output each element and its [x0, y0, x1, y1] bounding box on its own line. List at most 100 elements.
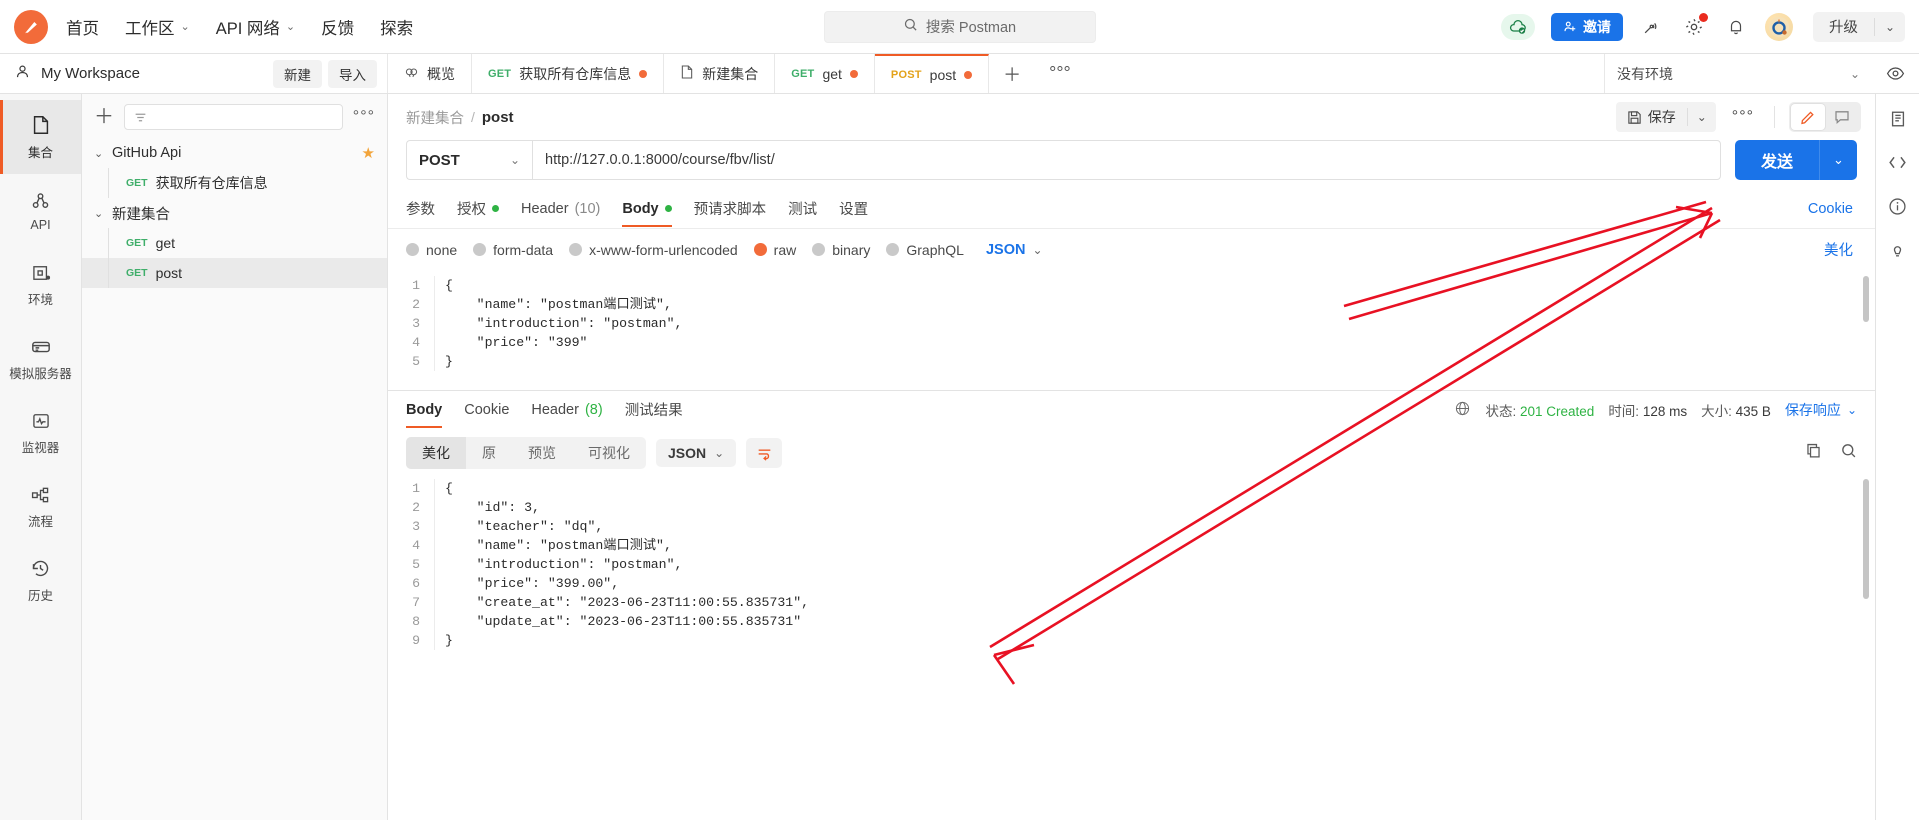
response-tab-test-results[interactable]: 测试结果	[625, 391, 683, 429]
search-icon[interactable]	[1840, 442, 1857, 464]
new-tab-button[interactable]: ＋	[989, 54, 1035, 93]
body-type-form-data[interactable]: form-data	[473, 242, 553, 258]
nav-item-home[interactable]: 首页	[66, 15, 99, 39]
collections-more-button[interactable]: °°°	[353, 108, 375, 126]
view-mode-visualize[interactable]: 可视化	[572, 437, 646, 469]
upgrade-button[interactable]: 升级	[1813, 16, 1874, 37]
tab-new-collection[interactable]: 新建集合	[664, 54, 776, 93]
rail-item-collections[interactable]: 集合	[0, 100, 81, 174]
tab-body[interactable]: Body	[622, 193, 672, 227]
collection-label: 新建集合	[112, 206, 170, 223]
nav-item-feedback[interactable]: 反馈	[321, 15, 354, 39]
view-toggle-group	[1789, 102, 1861, 132]
body-type-raw[interactable]: raw	[753, 241, 797, 258]
add-collection-button[interactable]: ＋	[94, 107, 114, 127]
response-format-select[interactable]: JSON ⌄	[656, 439, 737, 467]
send-options-button[interactable]: ⌄	[1819, 140, 1857, 180]
tab-get[interactable]: GET get	[775, 54, 875, 93]
cloud-check-icon[interactable]	[1500, 13, 1535, 40]
documentation-icon[interactable]	[1889, 110, 1907, 128]
nav-item-workspaces[interactable]: 工作区 ⌄	[125, 15, 190, 39]
gear-icon[interactable]	[1681, 12, 1708, 40]
comments-bulb-icon[interactable]	[1888, 242, 1907, 261]
collection-github-api[interactable]: ⌄ GitHub Api ★	[82, 138, 387, 168]
divider	[1774, 106, 1775, 128]
send-button[interactable]: 发送	[1734, 140, 1819, 180]
request-item-get[interactable]: GET get	[82, 228, 387, 258]
response-tab-headers[interactable]: Header (8)	[531, 394, 602, 427]
tab-authorization[interactable]: 授权	[457, 190, 499, 228]
save-response-button[interactable]: 保存响应 ⌄	[1785, 400, 1857, 420]
search-input[interactable]: 搜索 Postman	[823, 10, 1096, 43]
response-tab-cookie[interactable]: Cookie	[464, 394, 509, 427]
tab-settings[interactable]: 设置	[839, 190, 868, 228]
request-editor-scrollbar[interactable]	[1863, 276, 1869, 322]
line-number: 5	[412, 354, 420, 369]
beautify-link[interactable]: 美化	[1824, 239, 1857, 260]
tab-options-button[interactable]: °°°	[1035, 54, 1085, 93]
body-format-select[interactable]: JSON ⌄	[986, 242, 1043, 258]
import-button[interactable]: 导入	[328, 59, 377, 88]
chevron-down-icon[interactable]: ⌄	[1688, 110, 1716, 124]
nav-item-api-network[interactable]: API 网络 ⌄	[216, 15, 295, 39]
bell-icon[interactable]	[1723, 14, 1749, 40]
collections-filter-input[interactable]	[124, 104, 343, 130]
star-icon[interactable]: ★	[362, 144, 375, 162]
method-badge: GET	[126, 267, 148, 279]
breadcrumb-row: 新建集合 / post 保存 ⌄ °°°	[388, 94, 1875, 140]
nav-item-explore[interactable]: 探索	[380, 15, 413, 39]
environment-selector[interactable]: 没有环境 ⌄	[1604, 54, 1872, 93]
collection-new-collection[interactable]: ⌄ 新建集合	[82, 198, 387, 228]
postman-logo-icon[interactable]	[14, 9, 48, 44]
tab-post[interactable]: POST post	[874, 54, 990, 93]
wrap-lines-button[interactable]	[746, 438, 783, 468]
tab-label: Header	[531, 401, 579, 418]
avatar[interactable]	[1764, 12, 1793, 41]
edit-mode-button[interactable]	[1791, 104, 1825, 130]
rail-item-flows[interactable]: 流程	[0, 470, 81, 544]
tab-tests[interactable]: 测试	[788, 190, 817, 228]
body-type-graphql[interactable]: GraphQL	[886, 242, 964, 258]
collection-icon	[33, 115, 48, 134]
rail-item-monitors[interactable]: 监视器	[0, 396, 81, 470]
response-body-viewer[interactable]: 1{ 2 "id": 3, 3 "teacher": "dq", 4 "name…	[388, 475, 1875, 661]
method-select[interactable]: POST ⌄	[406, 140, 532, 180]
tab-pre-request-script[interactable]: 预请求脚本	[694, 190, 767, 228]
save-button[interactable]: 保存	[1616, 107, 1687, 127]
satellite-icon[interactable]	[1639, 14, 1665, 40]
tab-params[interactable]: 参数	[406, 190, 435, 228]
rail-item-apis[interactable]: API	[0, 174, 81, 248]
view-mode-pretty[interactable]: 美化	[406, 437, 466, 469]
rail-item-history[interactable]: 历史	[0, 544, 81, 618]
body-type-urlencoded[interactable]: x-www-form-urlencoded	[569, 242, 738, 258]
copy-icon[interactable]	[1805, 442, 1822, 464]
new-button[interactable]: 新建	[273, 59, 322, 88]
response-tab-body[interactable]: Body	[406, 394, 443, 428]
code-line: 4 "price": "399"	[388, 333, 1857, 352]
rail-item-environments[interactable]: 环境	[0, 248, 81, 322]
cookies-link[interactable]: Cookie	[1808, 201, 1857, 217]
request-body-editor[interactable]: 1 { 2 "name": "postman端口测试", 3 "introduc…	[388, 270, 1875, 388]
tab-headers[interactable]: Header (10)	[521, 193, 600, 226]
breadcrumb-parent[interactable]: 新建集合	[406, 107, 464, 128]
tab-get-repos[interactable]: GET 获取所有仓库信息	[472, 54, 665, 93]
body-type-none[interactable]: none	[406, 242, 457, 258]
comment-mode-button[interactable]	[1825, 104, 1859, 130]
environment-quick-look-icon[interactable]	[1872, 54, 1919, 93]
rail-item-mock-servers[interactable]: 模拟服务器	[0, 322, 81, 396]
info-icon[interactable]	[1888, 197, 1907, 216]
code-snippet-icon[interactable]	[1888, 154, 1907, 171]
body-type-binary[interactable]: binary	[812, 242, 870, 258]
line-text: {	[434, 276, 1857, 295]
url-input[interactable]: http://127.0.0.1:8000/course/fbv/list/	[532, 140, 1721, 180]
request-item-post[interactable]: GET post	[82, 258, 387, 288]
invite-button[interactable]: 邀请	[1550, 12, 1623, 41]
request-item-get-repos[interactable]: GET 获取所有仓库信息	[82, 168, 387, 198]
request-more-button[interactable]: °°°	[1726, 108, 1760, 126]
view-mode-raw[interactable]: 原	[466, 437, 512, 469]
response-scrollbar[interactable]	[1863, 479, 1869, 599]
tab-overview[interactable]: 概览	[388, 54, 472, 93]
body-type-label: raw	[773, 241, 797, 258]
chevron-down-icon[interactable]: ⌄	[1875, 20, 1905, 34]
view-mode-preview[interactable]: 预览	[512, 437, 572, 469]
